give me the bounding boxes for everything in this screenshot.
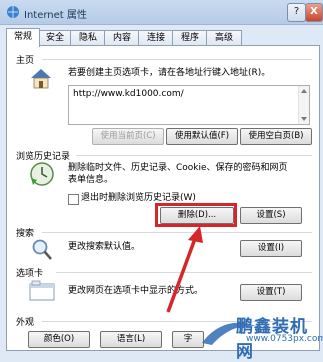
use-current-button[interactable]: 使用当前页(C) [92,128,164,145]
magnifier-icon [32,239,52,260]
tabs-section-title: 选项卡 [16,269,44,279]
title-bar: Internet 属性 ? X [0,0,323,25]
history-description-line2: 表单信息。 [68,175,114,185]
home-page-url-value: http://www.kd1000.com/ [73,89,184,99]
search-settings-button[interactable]: 设置(I) [240,240,302,257]
home-description: 若要创建主页选项卡，请在各地址行键入地址(R)。 [68,68,271,78]
delete-button-highlight [155,203,237,227]
tab-content[interactable]: 内容 [104,30,140,46]
tab-privacy[interactable]: 隐私 [70,30,106,46]
history-description-line1: 删除临时文件、历史记录、Cookie、保存的密码和网页 [68,163,288,173]
window-title: Internet 属性 [24,10,87,21]
tabs-settings-button[interactable]: 设置(T) [240,284,302,301]
internet-options-icon [7,6,19,18]
tabs-description: 更改网页在选项卡中显示的方式。 [68,286,204,296]
history-separator [76,155,312,156]
home-section-title: 主页 [16,56,35,66]
tab-general[interactable]: 常规 [6,28,40,47]
scroll-up-icon[interactable] [301,89,307,93]
languages-button[interactable]: 语言(L) [100,331,162,348]
search-separator [42,232,312,233]
scroll-down-icon[interactable] [301,117,307,121]
use-default-button[interactable]: 使用默认值(F) [166,128,238,145]
close-button[interactable]: X [305,3,323,22]
url-scrollbar[interactable] [298,86,309,124]
appearance-section-title: 外观 [16,318,35,328]
help-button[interactable]: ? [287,3,306,22]
use-blank-button[interactable]: 使用空白页(B) [240,128,312,145]
delete-on-exit-checkbox[interactable] [68,194,79,205]
tabs-window-icon [29,280,55,301]
colors-button[interactable]: 颜色(O) [28,331,90,348]
home-page-url-input[interactable]: http://www.kd1000.com/ [68,85,310,125]
house-icon [31,69,51,89]
history-clock-icon [30,162,54,186]
tab-security[interactable]: 安全 [38,30,72,46]
history-settings-button[interactable]: 设置(S) [240,207,302,224]
search-description: 更改搜索默认值。 [68,242,141,252]
home-separator [42,59,312,60]
tab-connections[interactable]: 连接 [138,30,174,46]
tabs-separator [56,272,312,273]
watermark-url: www.0753px.com [246,334,323,344]
tab-advanced[interactable]: 高级 [206,30,242,46]
tab-programs[interactable]: 程序 [172,30,208,46]
